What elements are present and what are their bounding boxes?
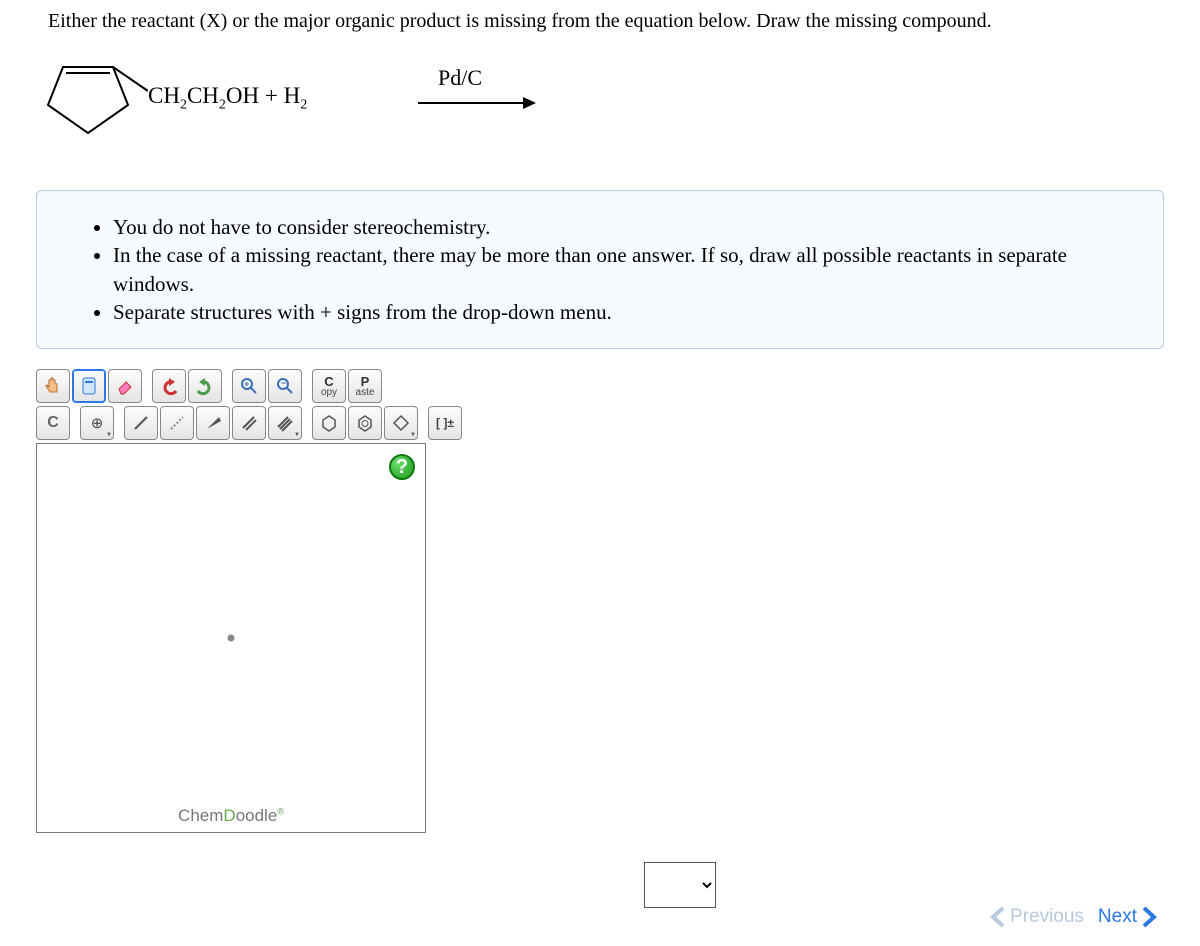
wedge-bond-button[interactable]	[196, 406, 230, 440]
ring-cyclohexane-button[interactable]	[312, 406, 346, 440]
chemdoodle-sketcher: + − C opy P aste C ⊕▼ ▼	[36, 369, 1164, 833]
hint-item: In the case of a missing reactant, there…	[113, 241, 1135, 298]
hint-item: Separate structures with + signs from th…	[113, 298, 1135, 326]
toolbar-row-1: + − C opy P aste	[36, 369, 1164, 403]
copy-button[interactable]: C opy	[312, 369, 346, 403]
zoom-in-button[interactable]: +	[232, 369, 266, 403]
navigation: Previous Next	[989, 906, 1158, 928]
cyclopentene-structure	[38, 55, 148, 140]
reaction-arrow	[418, 93, 538, 113]
hint-item: You do not have to consider stereochemis…	[113, 213, 1135, 241]
svg-text:+: +	[244, 379, 249, 389]
undo-button[interactable]	[152, 369, 186, 403]
question-prompt: Either the reactant (X) or the major org…	[18, 0, 1182, 45]
double-bond-button[interactable]	[232, 406, 266, 440]
help-button[interactable]: ?	[389, 454, 415, 480]
ring-benzene-button[interactable]	[348, 406, 382, 440]
recessed-bond-button[interactable]	[160, 406, 194, 440]
paste-button[interactable]: P aste	[348, 369, 382, 403]
zoom-out-button[interactable]: −	[268, 369, 302, 403]
ring-other-button[interactable]: ▼	[384, 406, 418, 440]
atom-carbon-button[interactable]: C	[36, 406, 70, 440]
question-page: Either the reactant (X) or the major org…	[0, 0, 1200, 946]
single-bond-button[interactable]	[124, 406, 158, 440]
structure-separator-select[interactable]	[644, 862, 716, 908]
svg-text:−: −	[281, 378, 286, 388]
reaction-equation: CH2CH2OH + H2 Pd/C	[18, 45, 1182, 165]
hints-list: You do not have to consider stereochemis…	[91, 213, 1135, 326]
hints-panel: You do not have to consider stereochemis…	[36, 190, 1164, 349]
catalyst-label: Pd/C	[438, 65, 482, 91]
drawing-canvas[interactable]: ? ChemDoodle®	[36, 443, 426, 833]
add-atom-button[interactable]: ⊕▼	[80, 406, 114, 440]
toolbar-row-2: C ⊕▼ ▼ ▼ [ ]±	[36, 406, 1164, 440]
hand-tool[interactable]	[36, 369, 70, 403]
next-button[interactable]: Next	[1098, 906, 1158, 928]
erase-tool[interactable]	[108, 369, 142, 403]
redo-button[interactable]	[188, 369, 222, 403]
chemdoodle-logo: ChemDoodle®	[37, 806, 425, 826]
previous-button[interactable]: Previous	[989, 906, 1084, 928]
lasso-tool[interactable]	[72, 369, 106, 403]
equation-text: CH2CH2OH + H2	[148, 83, 307, 114]
canvas-start-atom[interactable]	[228, 635, 235, 642]
charge-button[interactable]: [ ]±	[428, 406, 462, 440]
triple-bond-button[interactable]: ▼	[268, 406, 302, 440]
